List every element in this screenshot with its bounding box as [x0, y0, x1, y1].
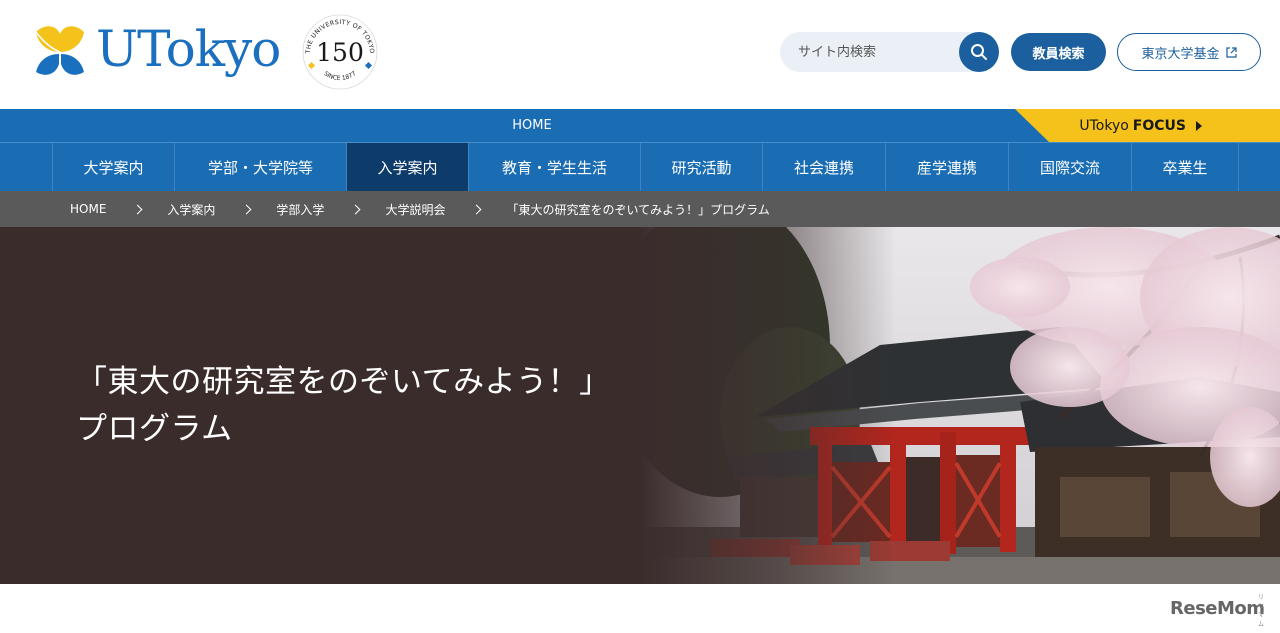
- utokyo-logo[interactable]: UTokyo: [30, 18, 281, 80]
- breadcrumb-home[interactable]: HOME: [70, 202, 106, 216]
- external-link-icon: [1225, 46, 1237, 58]
- breadcrumb-info-session[interactable]: 大学説明会: [385, 201, 445, 218]
- hero-banner: 「東大の研究室をのぞいてみよう！」 プログラム: [0, 227, 1280, 584]
- focus-label: FOCUS: [1132, 117, 1186, 134]
- chevron-right-icon: [350, 204, 361, 214]
- logo-wordmark: UTokyo: [96, 20, 281, 78]
- ginkgo-logo-icon: [35, 26, 84, 78]
- breadcrumb: HOME 入学案内 学部入学 大学説明会 「東大の研究室をのぞいてみよう！」プロ…: [0, 191, 1280, 227]
- page-title-line-1: 「東大の研究室をのぞいてみよう！」: [76, 364, 611, 400]
- nav-item-industry[interactable]: 産学連携: [886, 143, 1009, 191]
- breadcrumb-current: 「東大の研究室をのぞいてみよう！」プログラム: [506, 202, 770, 217]
- page-title-line-2: プログラム: [76, 411, 233, 447]
- search-button[interactable]: [959, 32, 999, 72]
- site-header: UTokyo THE UNIVERSITY OF TOKYO 150 SINCE…: [0, 0, 1280, 108]
- utokyo-fund-button[interactable]: 東京大学基金: [1117, 33, 1261, 71]
- breadcrumb-list: HOME 入学案内 学部入学 大学説明会 「東大の研究室をのぞいてみよう！」プロ…: [70, 191, 770, 227]
- search-input[interactable]: [798, 32, 958, 72]
- watermark-text: ReseMom: [1170, 598, 1265, 619]
- focus-brand: UTokyo: [1079, 117, 1129, 134]
- staff-search-button[interactable]: 教員検索: [1011, 33, 1106, 71]
- topbar-home-link[interactable]: HOME: [490, 109, 574, 142]
- nav-item-education[interactable]: 教育・学生生活: [469, 143, 641, 191]
- emblem-number: 150: [316, 38, 364, 67]
- chevron-right-icon: [132, 204, 143, 214]
- nav-item-international[interactable]: 国際交流: [1009, 143, 1132, 191]
- caret-right-icon: [1196, 120, 1202, 131]
- chevron-right-icon: [241, 204, 252, 214]
- fund-label: 東京大学基金: [1141, 46, 1220, 62]
- nav-item-about[interactable]: 大学案内: [53, 143, 175, 191]
- nav-item-alumni[interactable]: 卒業生: [1132, 143, 1239, 191]
- chevron-right-icon: [472, 204, 482, 214]
- resemom-watermark-logo: ReseMom リセマム: [1170, 594, 1265, 628]
- nav-item-admissions[interactable]: 入学案内: [347, 143, 469, 191]
- breadcrumb-admissions[interactable]: 入学案内: [167, 201, 215, 218]
- global-nav-list: 大学案内 学部・大学院等 入学案内 教育・学生生活 研究活動 社会連携 産学連携…: [52, 143, 1239, 191]
- global-navigation: 大学案内 学部・大学院等 入学案内 教育・学生生活 研究活動 社会連携 産学連携…: [0, 142, 1280, 191]
- nav-item-social[interactable]: 社会連携: [763, 143, 886, 191]
- 150th-anniversary-emblem: THE UNIVERSITY OF TOKYO 150 SINCE 1877: [302, 14, 378, 90]
- breadcrumb-undergraduate[interactable]: 学部入学: [276, 201, 324, 218]
- watermark-ruby: リセマム: [1258, 594, 1264, 628]
- search-icon: [971, 44, 987, 60]
- nav-item-faculties[interactable]: 学部・大学院等: [175, 143, 347, 191]
- akamon-gate-cherry-blossom-image: [640, 227, 1280, 584]
- nav-item-research[interactable]: 研究活動: [641, 143, 763, 191]
- page-title: 「東大の研究室をのぞいてみよう！」 プログラム: [76, 359, 611, 453]
- utokyo-focus-tab[interactable]: UTokyo FOCUS: [1015, 109, 1280, 142]
